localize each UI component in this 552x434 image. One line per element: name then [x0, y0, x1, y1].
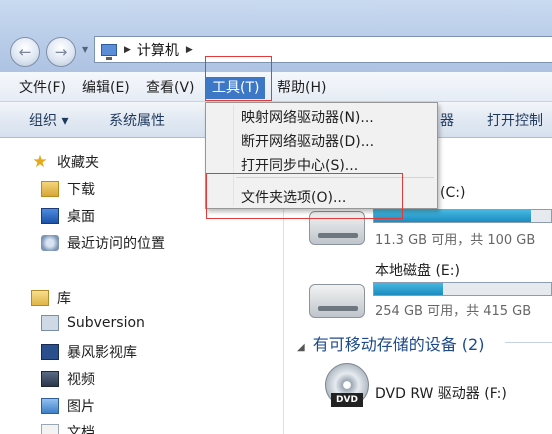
- desktop-icon: [41, 208, 59, 224]
- dvd-drive-label[interactable]: DVD RW 驱动器 (F:): [375, 383, 507, 403]
- organize-button[interactable]: 组织 ▾: [29, 110, 68, 130]
- nav-favorites[interactable]: ★ 收藏夹: [31, 152, 99, 172]
- drive-e-icon[interactable]: [309, 284, 365, 318]
- drive-e-label[interactable]: 本地磁盘 (E:): [375, 260, 460, 280]
- back-button[interactable]: ←: [10, 37, 40, 67]
- recent-places-icon: [41, 235, 59, 251]
- highlight-box-folder-options: [206, 173, 403, 219]
- forward-arrow-icon: →: [54, 43, 68, 61]
- menu-view[interactable]: 查看(V): [143, 77, 198, 99]
- nav-subversion-label: Subversion: [67, 315, 145, 331]
- computer-icon: [101, 43, 117, 60]
- nav-storm-label: 暴风影视库: [67, 345, 137, 361]
- highlight-box-tools: [205, 56, 272, 101]
- nav-documents[interactable]: 文档: [41, 422, 95, 434]
- nav-pictures-label: 图片: [67, 399, 95, 415]
- nav-videos[interactable]: 视频: [41, 369, 95, 389]
- star-icon: ★: [32, 152, 48, 172]
- dvd-drive-icon[interactable]: DVD: [325, 363, 369, 415]
- drive-c-label[interactable]: (C:): [440, 185, 465, 201]
- system-properties-button[interactable]: 系统属性: [109, 110, 165, 130]
- nav-downloads[interactable]: 下载: [41, 179, 95, 199]
- download-folder-icon: [41, 181, 59, 197]
- back-arrow-icon: ←: [18, 43, 32, 61]
- map-network-drive-item[interactable]: 映射网络驱动器(N)...: [241, 107, 374, 127]
- disconnect-network-drive-item[interactable]: 断开网络驱动器(D)...: [241, 131, 374, 151]
- dvd-badge: DVD: [331, 393, 363, 407]
- video-library-icon: [41, 344, 59, 360]
- open-sync-center-item[interactable]: 打开同步中心(S)...: [241, 155, 358, 175]
- history-dropdown-icon[interactable]: ▼: [82, 45, 88, 54]
- forward-button[interactable]: →: [46, 37, 76, 67]
- menu-help[interactable]: 帮助(H): [274, 77, 329, 99]
- drive-e-usage-bar: [373, 282, 552, 296]
- drive-e-space: 254 GB 可用，共 415 GB: [375, 304, 532, 319]
- open-control-panel-button[interactable]: 打开控制: [487, 110, 543, 130]
- nav-storm-video-library[interactable]: 暴风影视库: [41, 342, 137, 362]
- nav-documents-label: 文档: [67, 425, 95, 434]
- nav-videos-label: 视频: [67, 372, 95, 388]
- nav-libraries[interactable]: 库: [31, 288, 71, 308]
- map-drive-button-partial[interactable]: 器: [440, 110, 454, 130]
- nav-desktop-label: 桌面: [67, 209, 95, 225]
- nav-favorites-label: 收藏夹: [57, 155, 99, 171]
- breadcrumb-computer[interactable]: 计算机: [137, 40, 179, 60]
- nav-libraries-label: 库: [57, 291, 71, 307]
- nav-recent[interactable]: 最近访问的位置: [41, 233, 165, 253]
- menu-bar: 文件(F) 编辑(E) 查看(V) 工具(T) 帮助(H): [0, 72, 552, 102]
- drive-e-usage-fill: [374, 283, 443, 295]
- removable-section-header[interactable]: ◢ 有可移动存储的设备 (2): [297, 331, 484, 355]
- pictures-icon: [41, 398, 59, 414]
- breadcrumb-expand-icon[interactable]: ▶: [186, 45, 193, 55]
- menu-edit[interactable]: 编辑(E): [79, 77, 133, 99]
- removable-section-label: 有可移动存储的设备 (2): [312, 335, 485, 354]
- collapse-triangle-icon[interactable]: ◢: [297, 342, 305, 353]
- video-icon: [41, 371, 59, 387]
- nav-downloads-label: 下载: [67, 182, 95, 198]
- subversion-icon: [41, 315, 59, 331]
- documents-icon: [41, 424, 59, 434]
- library-icon: [31, 290, 49, 306]
- drive-c-space: 11.3 GB 可用，共 100 GB: [375, 233, 536, 248]
- section-divider: [505, 342, 552, 343]
- menu-file[interactable]: 文件(F): [16, 77, 69, 99]
- address-bar[interactable]: ▶ 计算机 ▶: [94, 36, 552, 63]
- nav-recent-label: 最近访问的位置: [67, 236, 165, 252]
- breadcrumb-separator-icon[interactable]: ▶: [124, 45, 131, 55]
- title-bar: ← → ▼ ▶ 计算机 ▶: [0, 0, 552, 72]
- nav-subversion[interactable]: Subversion: [41, 315, 145, 331]
- nav-pictures[interactable]: 图片: [41, 396, 95, 416]
- nav-desktop[interactable]: 桌面: [41, 206, 95, 226]
